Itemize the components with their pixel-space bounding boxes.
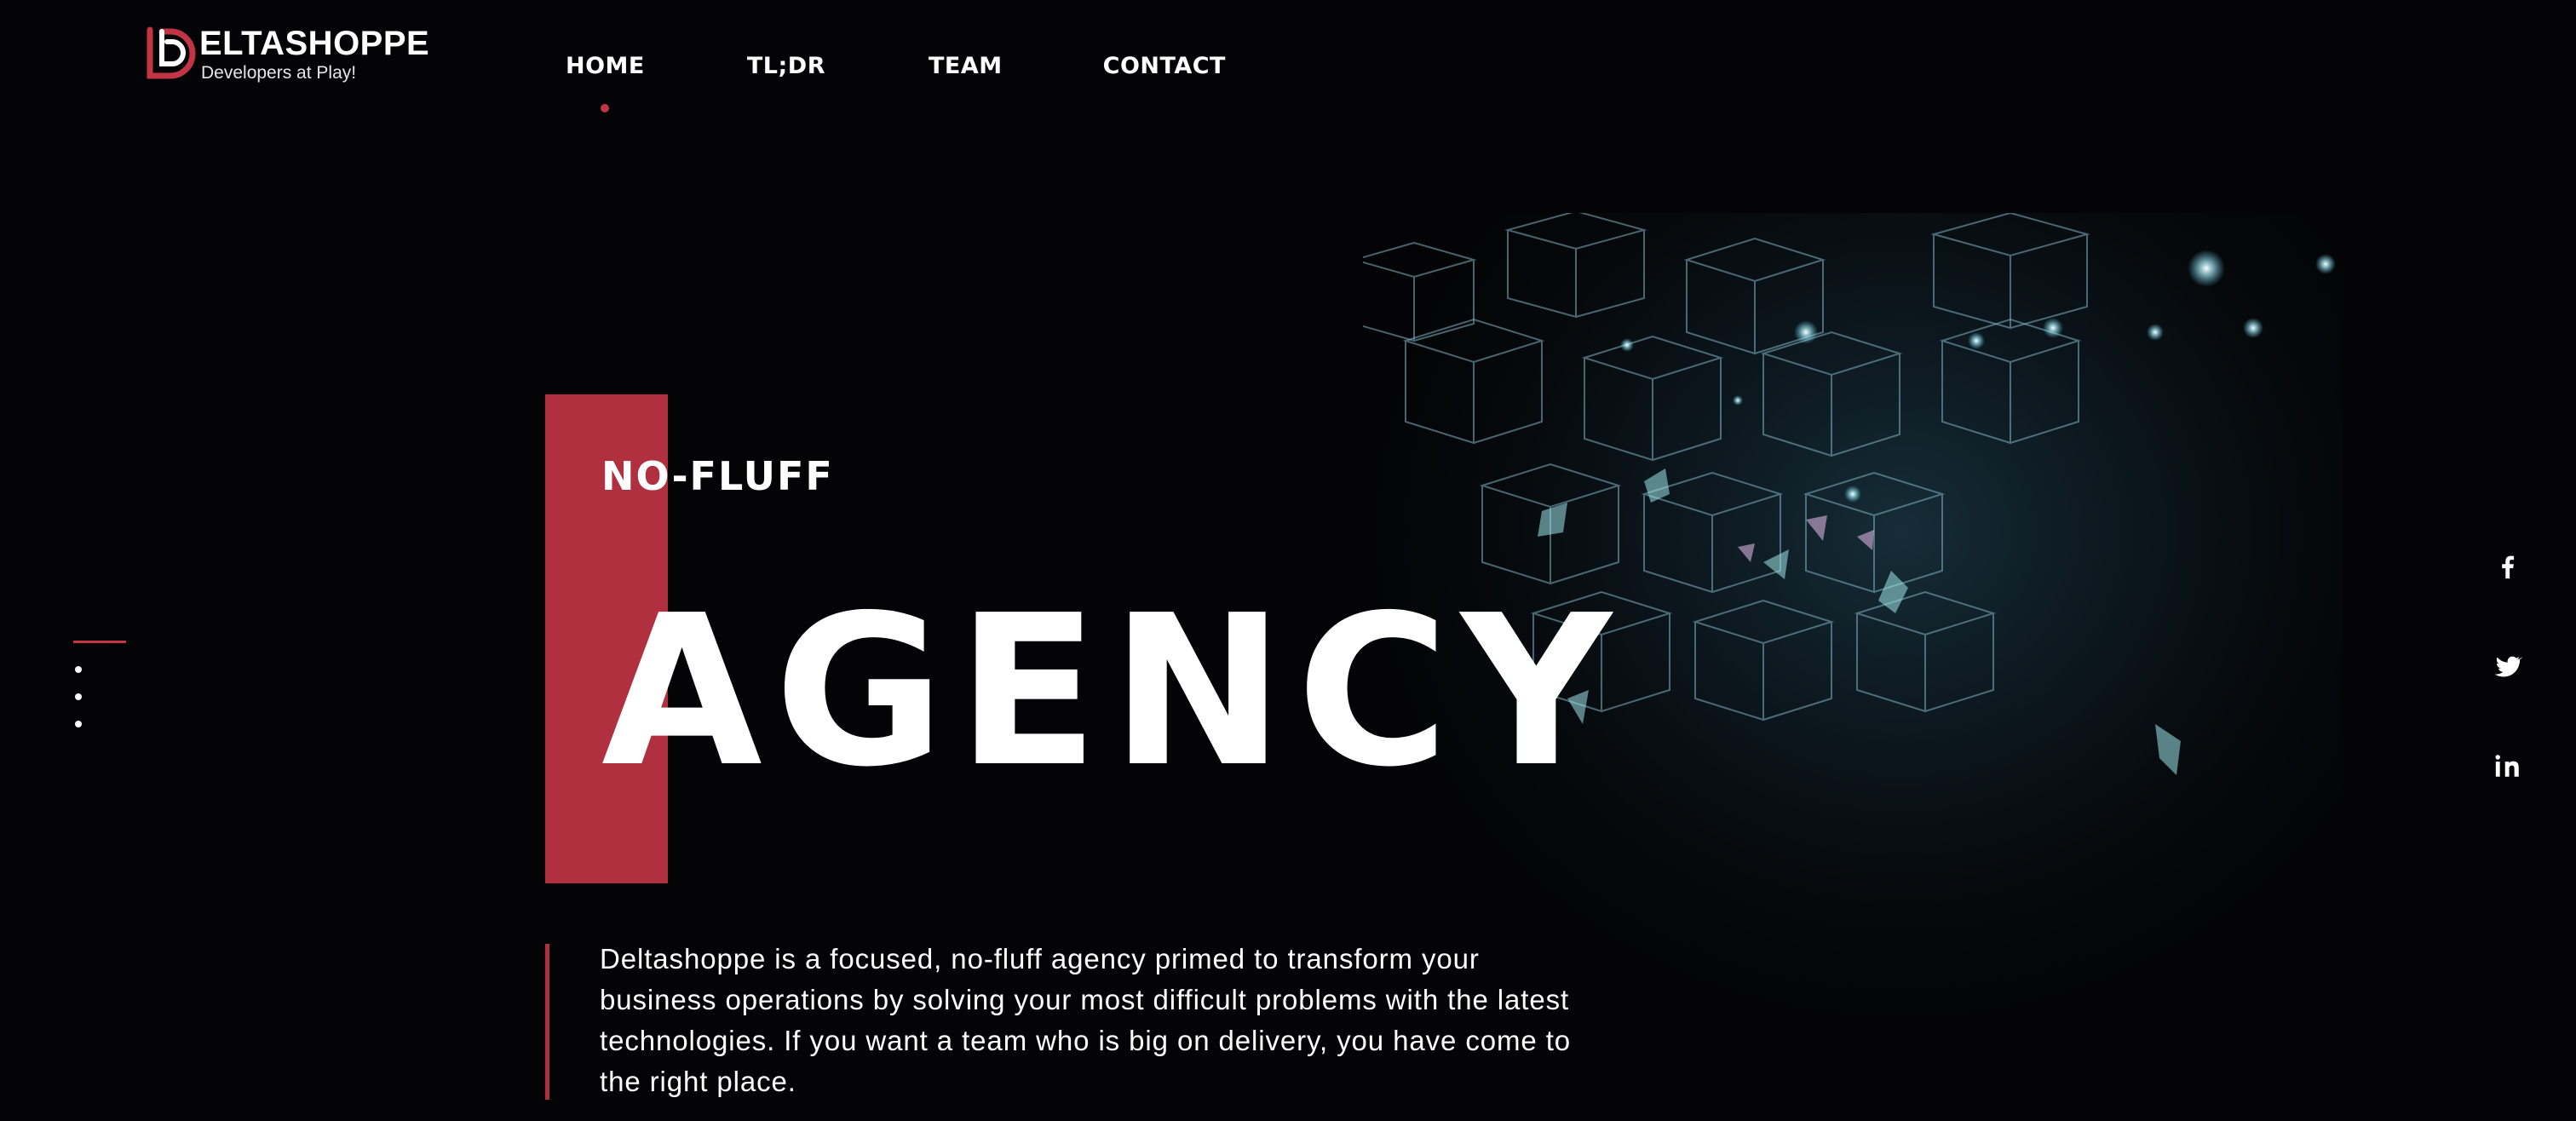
hero-title: AGENCY: [601, 571, 1624, 813]
hero-kicker: NO-FLUFF: [601, 453, 834, 499]
linkedin-icon[interactable]: [2491, 749, 2525, 783]
brand-tagline: Developers at Play!: [201, 62, 357, 83]
nav-contact-label: CONTACT: [1102, 53, 1226, 79]
main-nav: HOME TL;DR TEAM CONTACT: [566, 53, 1226, 112]
nav-tldr-label: TL;DR: [746, 53, 825, 79]
nav-contact[interactable]: CONTACT: [1103, 53, 1226, 79]
description-accent-line: [545, 944, 549, 1100]
nav-team[interactable]: TEAM: [929, 53, 1003, 79]
nav-team-label: TEAM: [929, 53, 1003, 79]
hero-description: Deltashoppe is a focused, no-fluff agenc…: [600, 943, 1572, 1097]
nav-home-label: HOME: [566, 53, 645, 79]
active-slide-line: [73, 641, 126, 643]
facebook-icon[interactable]: [2491, 549, 2525, 583]
slide-indicator: [73, 641, 128, 734]
hero-section: ELTASHOPPE Developers at Play! HOME TL;D…: [0, 0, 2576, 1121]
brand-logo[interactable]: ELTASHOPPE Developers at Play!: [145, 24, 429, 83]
nav-tldr[interactable]: TL;DR: [747, 53, 825, 79]
twitter-icon[interactable]: [2491, 649, 2525, 683]
delta-logo-icon: [147, 26, 196, 79]
slide-dot-3[interactable]: [75, 721, 82, 727]
slide-dot-2[interactable]: [75, 693, 82, 700]
brand-name: ELTASHOPPE: [199, 24, 430, 62]
active-indicator-dot: [601, 104, 610, 112]
nav-home[interactable]: HOME: [566, 53, 645, 112]
slide-dot-1[interactable]: [75, 666, 82, 673]
